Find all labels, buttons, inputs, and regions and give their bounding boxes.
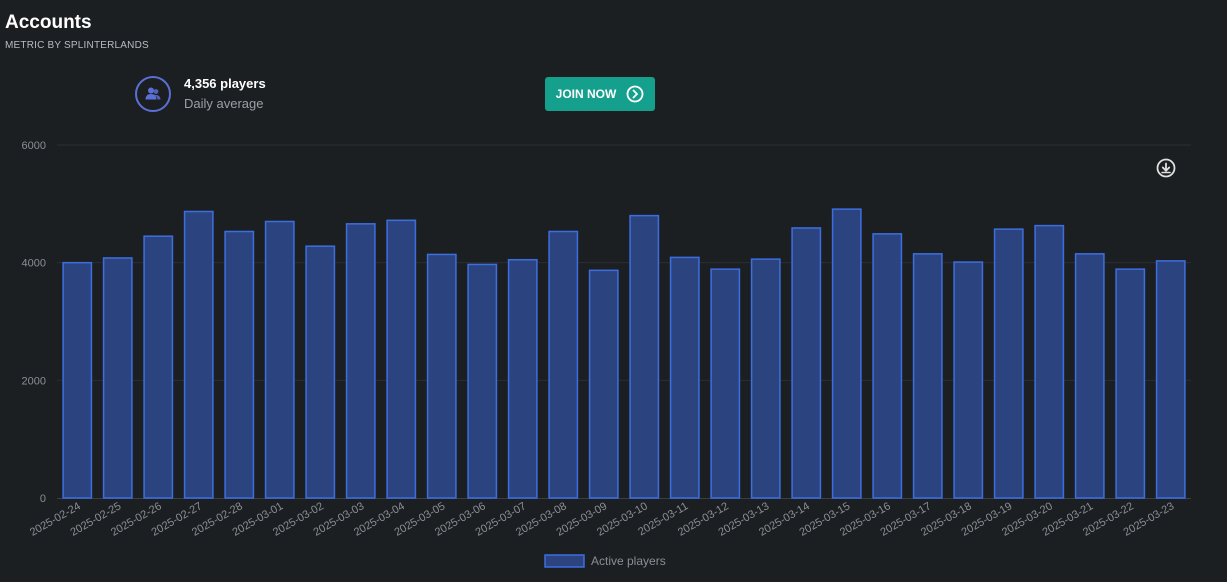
bar-2025-03-13[interactable] bbox=[750, 258, 781, 499]
bar-2025-03-20[interactable] bbox=[1034, 224, 1065, 499]
bar-2025-03-19[interactable] bbox=[993, 228, 1024, 499]
bar-2025-02-24[interactable] bbox=[62, 261, 93, 499]
bar-chart: 0200040006000 2025-02-242025-02-252025-0… bbox=[22, 140, 1191, 568]
bar-2025-03-06[interactable] bbox=[467, 263, 498, 499]
bar-2025-03-02[interactable] bbox=[305, 245, 336, 499]
legend-swatch[interactable] bbox=[544, 554, 585, 568]
y-tick-label: 4000 bbox=[22, 258, 46, 270]
bar-2025-03-17[interactable] bbox=[912, 253, 943, 499]
bar-2025-03-05[interactable] bbox=[426, 253, 457, 499]
bar-2025-03-23[interactable] bbox=[1155, 260, 1186, 499]
bar-2025-03-14[interactable] bbox=[791, 227, 822, 499]
bar-2025-03-07[interactable] bbox=[507, 258, 538, 499]
bar-2025-03-22[interactable] bbox=[1115, 268, 1146, 499]
y-tick-label: 2000 bbox=[22, 375, 46, 387]
legend-label[interactable]: Active players bbox=[591, 554, 666, 568]
y-tick-label: 6000 bbox=[22, 140, 46, 152]
bar-2025-03-21[interactable] bbox=[1074, 253, 1105, 499]
bar-2025-03-18[interactable] bbox=[953, 261, 984, 499]
bar-2025-03-01[interactable] bbox=[264, 220, 295, 499]
bar-2025-02-26[interactable] bbox=[143, 235, 174, 499]
bar-2025-03-16[interactable] bbox=[872, 233, 903, 499]
bar-2025-03-11[interactable] bbox=[669, 256, 700, 499]
bar-2025-03-09[interactable] bbox=[588, 269, 619, 499]
bar-2025-02-25[interactable] bbox=[102, 257, 133, 499]
bar-2025-02-28[interactable] bbox=[224, 230, 255, 499]
bar-2025-03-03[interactable] bbox=[345, 223, 376, 499]
bar-2025-02-27[interactable] bbox=[183, 210, 214, 499]
bar-2025-03-12[interactable] bbox=[710, 268, 741, 499]
y-tick-label: 0 bbox=[40, 493, 46, 505]
bar-2025-03-08[interactable] bbox=[548, 230, 579, 499]
bar-2025-03-10[interactable] bbox=[629, 214, 660, 499]
bar-2025-03-15[interactable] bbox=[831, 208, 862, 499]
bar-2025-03-04[interactable] bbox=[386, 219, 417, 499]
